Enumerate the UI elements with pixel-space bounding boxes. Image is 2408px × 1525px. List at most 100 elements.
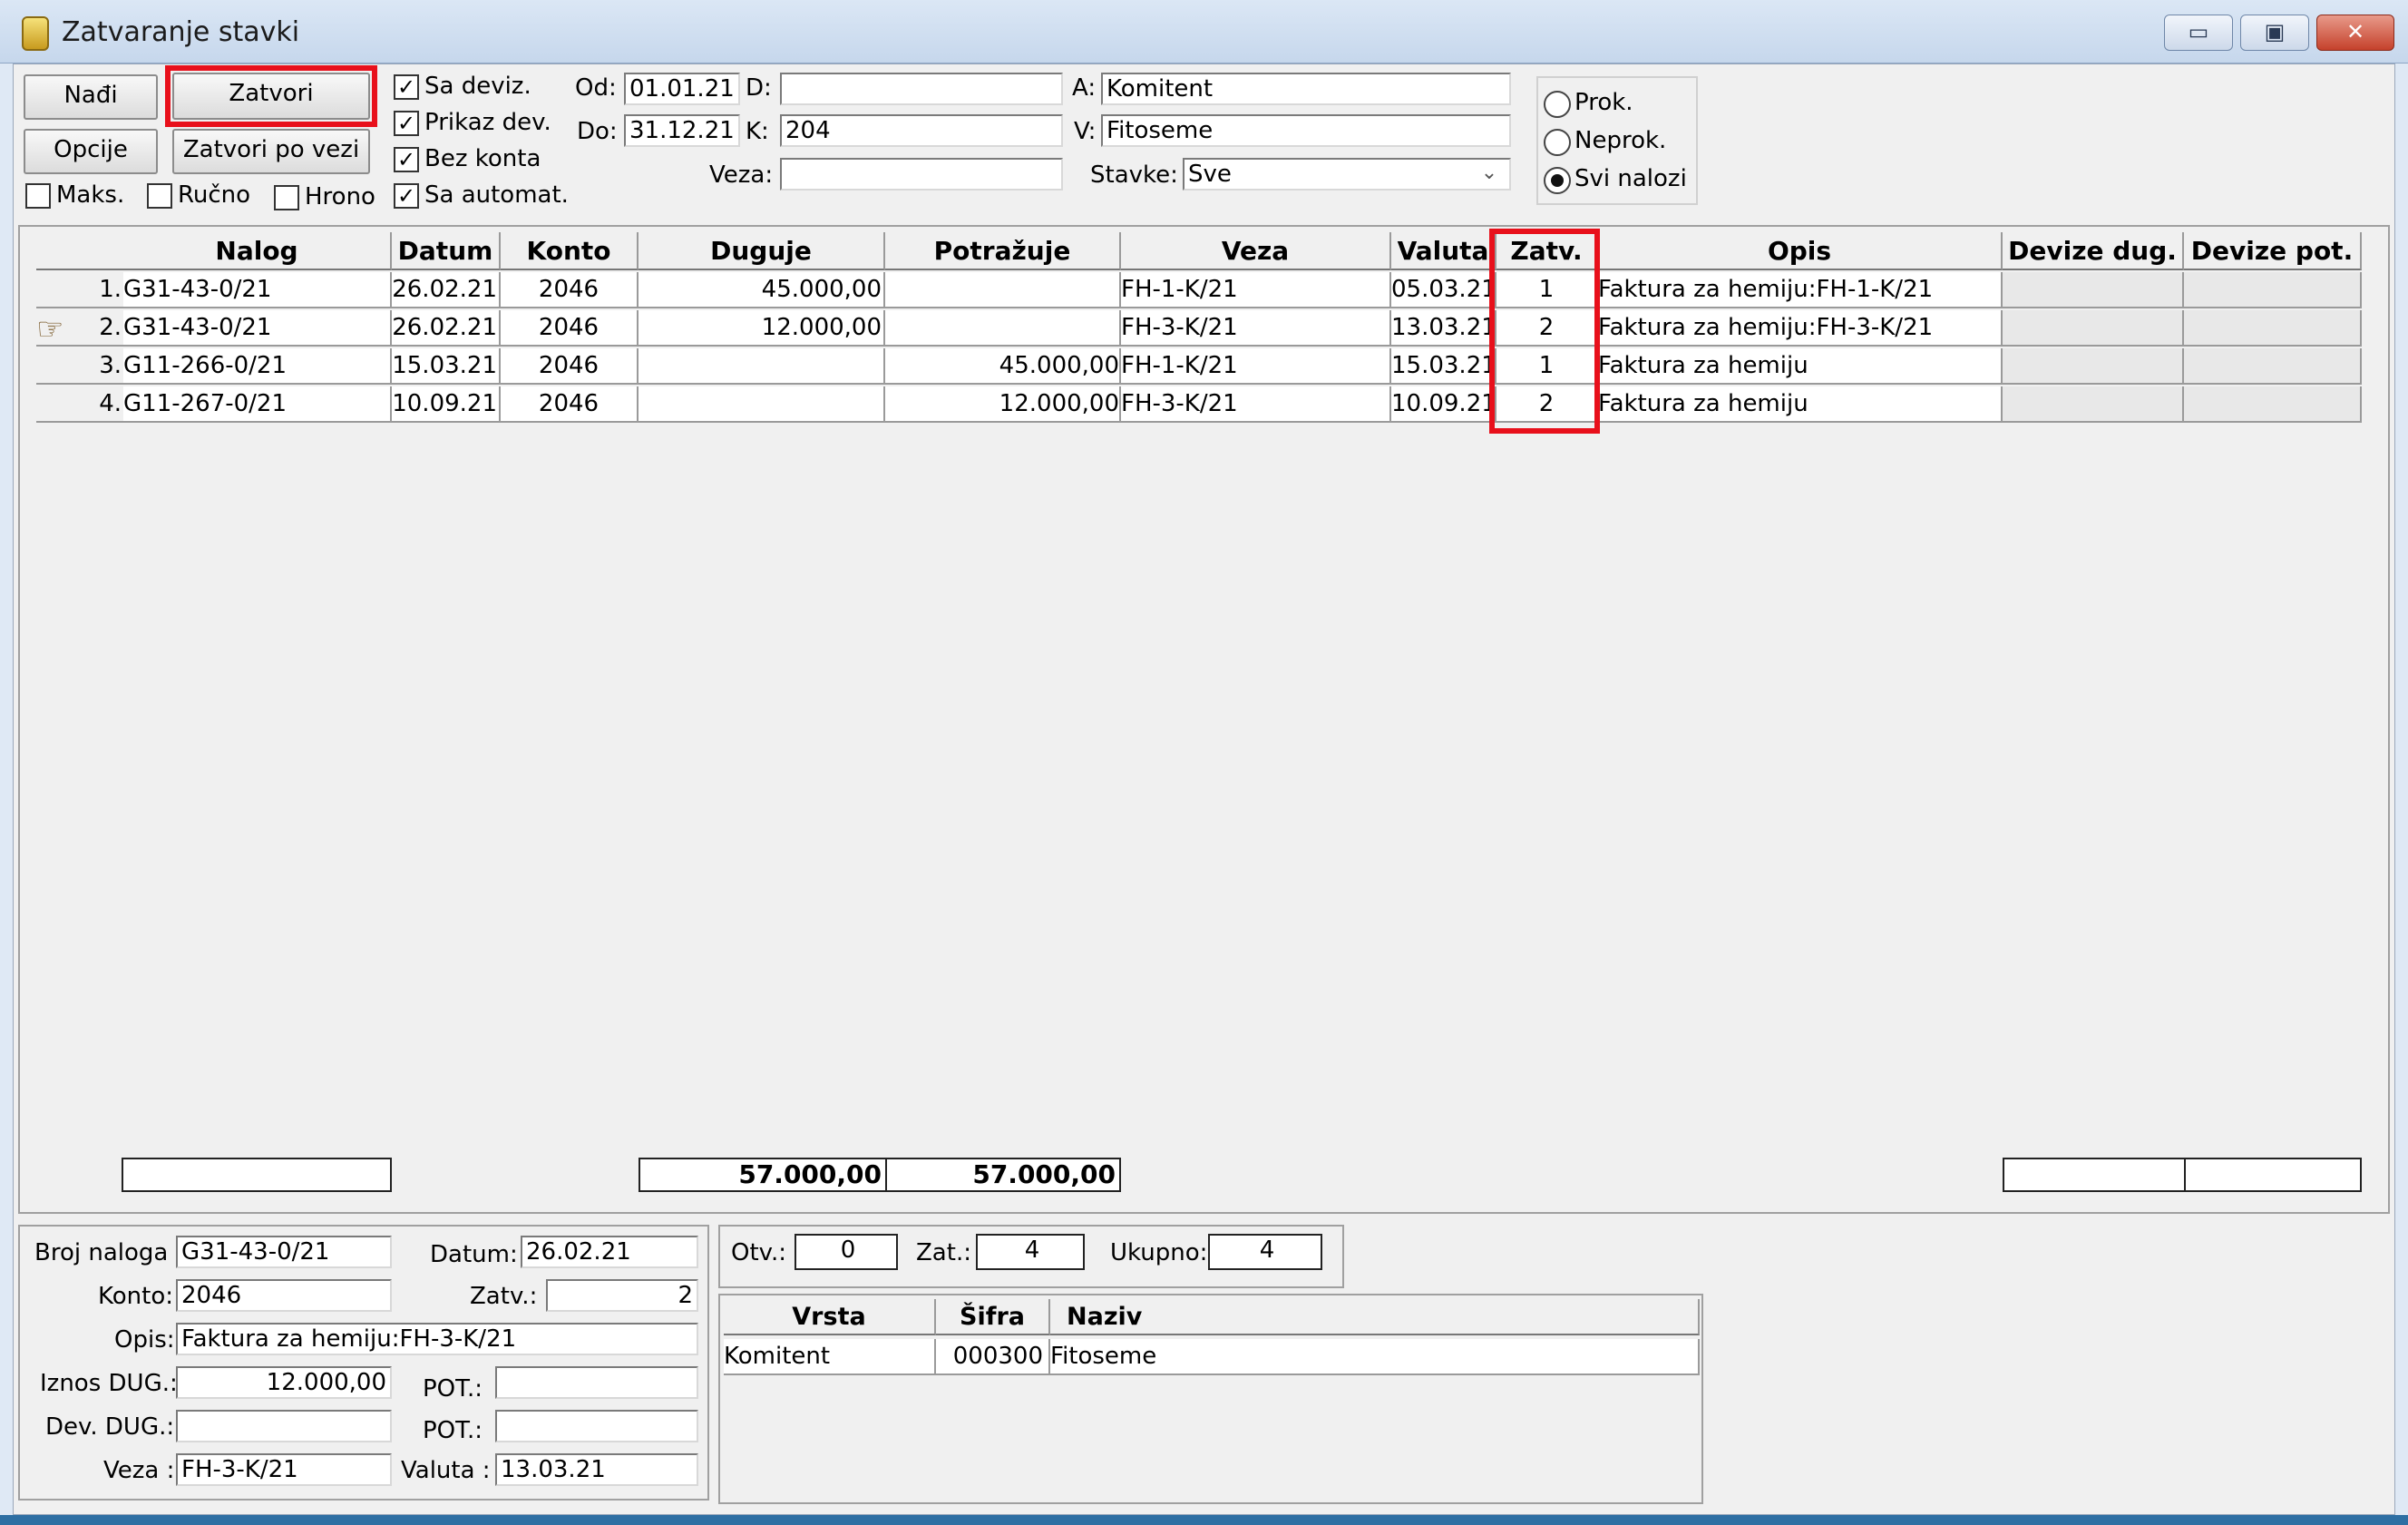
cell-datum[interactable]: 26.02.21 [392, 272, 501, 308]
col-vrsta[interactable]: Vrsta [724, 1299, 936, 1335]
col-naziv[interactable]: Naziv [1050, 1299, 1700, 1335]
dev-pot-field[interactable] [495, 1410, 698, 1442]
col-valuta[interactable]: Valuta [1391, 232, 1496, 270]
zatv-field[interactable]: 2 [546, 1279, 698, 1312]
v-field[interactable]: Fitoseme [1101, 114, 1511, 147]
cell-opis[interactable]: Faktura za hemiju [1598, 386, 2003, 423]
cell-devize-pot[interactable] [2184, 386, 2362, 423]
chevron-down-icon[interactable]: ⌄ [1471, 161, 1507, 189]
stavke-label: Stavke: [1090, 161, 1178, 189]
prikaz-dev-checkbox[interactable]: ✓ [394, 111, 419, 136]
a-field[interactable]: Komitent [1101, 73, 1511, 105]
col-nalog[interactable]: Nalog [123, 232, 392, 270]
valuta-field[interactable]: 13.03.21 [495, 1453, 698, 1486]
nadji-button[interactable]: Nađi [24, 74, 158, 120]
col-datum[interactable]: Datum [392, 232, 501, 270]
cell-datum[interactable]: 15.03.21 [392, 348, 501, 385]
neprok-radio[interactable] [1544, 129, 1571, 156]
cell-valuta[interactable]: 10.09.21 [1391, 386, 1496, 423]
cell-valuta[interactable]: 05.03.21 [1391, 272, 1496, 308]
rucno-checkbox[interactable] [147, 183, 172, 209]
opis-field[interactable]: Faktura za hemiju:FH-3-K/21 [176, 1323, 698, 1355]
col-duguje[interactable]: Duguje [639, 232, 885, 270]
cell-devize-dug[interactable] [2003, 272, 2184, 308]
cell-duguje[interactable] [639, 386, 885, 423]
cell-duguje[interactable] [639, 348, 885, 385]
cell-konto[interactable]: 2046 [501, 310, 639, 347]
cell-opis[interactable]: Faktura za hemiju:FH-3-K/21 [1598, 310, 2003, 347]
cell-valuta[interactable]: 13.03.21 [1391, 310, 1496, 347]
cell-devize-dug[interactable] [2003, 348, 2184, 385]
col-konto[interactable]: Konto [501, 232, 639, 270]
datum-field[interactable]: 26.02.21 [521, 1236, 698, 1268]
konto-field[interactable]: 2046 [176, 1279, 392, 1312]
cell-devize-pot[interactable] [2184, 272, 2362, 308]
cell-veza[interactable]: FH-1-K/21 [1121, 272, 1391, 308]
cell-devize-dug[interactable] [2003, 310, 2184, 347]
cell-devize-pot[interactable] [2184, 348, 2362, 385]
cell-valuta[interactable]: 15.03.21 [1391, 348, 1496, 385]
cell-devize-pot[interactable] [2184, 310, 2362, 347]
row-number: 4. [36, 386, 123, 423]
cell-potrazuje[interactable]: 45.000,00 [885, 348, 1121, 385]
col-veza[interactable]: Veza [1121, 232, 1391, 270]
dev-dug-field[interactable] [176, 1410, 392, 1442]
cell-veza[interactable]: FH-1-K/21 [1121, 348, 1391, 385]
svi-nalozi-radio[interactable] [1544, 167, 1571, 194]
minimize-button[interactable]: ▭ [2164, 15, 2233, 51]
cell-sifra[interactable]: 000300 [936, 1339, 1050, 1375]
sa-automat-checkbox[interactable]: ✓ [394, 183, 419, 209]
sa-deviz-checkbox[interactable]: ✓ [394, 74, 419, 100]
stavke-select[interactable]: Sve [1183, 158, 1511, 191]
bez-konta-checkbox[interactable]: ✓ [394, 147, 419, 172]
cell-opis[interactable]: Faktura za hemiju:FH-1-K/21 [1598, 272, 2003, 308]
cell-duguje[interactable]: 12.000,00 [639, 310, 885, 347]
cell-nalog[interactable]: G31-43-0/21 [123, 272, 392, 308]
do-date-field[interactable]: 31.12.21 [624, 114, 740, 147]
prok-radio[interactable] [1544, 91, 1571, 118]
cell-devize-dug[interactable] [2003, 386, 2184, 423]
cell-datum[interactable]: 10.09.21 [392, 386, 501, 423]
cell-konto[interactable]: 2046 [501, 272, 639, 308]
cell-konto[interactable]: 2046 [501, 348, 639, 385]
cell-nalog[interactable]: G31-43-0/21 [123, 310, 392, 347]
col-devize-dug[interactable]: Devize dug. [2003, 232, 2184, 270]
hrono-checkbox[interactable] [274, 185, 299, 210]
od-date-field[interactable]: 01.01.21 [624, 73, 740, 105]
pot-field[interactable] [495, 1366, 698, 1399]
total-devize-dug [2003, 1158, 2186, 1192]
app-icon [22, 16, 49, 51]
otv-label: Otv.: [731, 1239, 787, 1266]
cell-veza[interactable]: FH-3-K/21 [1121, 386, 1391, 423]
d-field[interactable] [780, 73, 1063, 105]
cell-potrazuje[interactable]: 12.000,00 [885, 386, 1121, 423]
col-sifra[interactable]: Šifra [936, 1299, 1050, 1335]
k-label: K: [746, 118, 769, 145]
cell-datum[interactable]: 26.02.21 [392, 310, 501, 347]
opcije-button[interactable]: Opcije [24, 129, 158, 174]
cell-opis[interactable]: Faktura za hemiju [1598, 348, 2003, 385]
k-field[interactable]: 204 [780, 114, 1063, 147]
col-potrazuje[interactable]: Potražuje [885, 232, 1121, 270]
cell-nalog[interactable]: G11-267-0/21 [123, 386, 392, 423]
cell-duguje[interactable]: 45.000,00 [639, 272, 885, 308]
zatvori-button[interactable]: Zatvori [172, 73, 370, 120]
cell-naziv[interactable]: Fitoseme [1050, 1339, 1700, 1375]
zatvori-po-vezi-button[interactable]: Zatvori po vezi [172, 129, 370, 174]
cell-potrazuje[interactable] [885, 272, 1121, 308]
ukupno-label: Ukupno: [1110, 1239, 1208, 1266]
iznos-dug-field[interactable]: 12.000,00 [176, 1366, 392, 1399]
cell-potrazuje[interactable] [885, 310, 1121, 347]
close-button[interactable]: ✕ [2316, 15, 2394, 51]
cell-vrsta[interactable]: Komitent [724, 1339, 936, 1375]
veza-field[interactable] [780, 158, 1063, 191]
veza-detail-field[interactable]: FH-3-K/21 [176, 1453, 392, 1486]
maximize-button[interactable]: ▣ [2240, 15, 2309, 51]
cell-veza[interactable]: FH-3-K/21 [1121, 310, 1391, 347]
maks-checkbox[interactable] [25, 183, 51, 209]
broj-naloga-field[interactable]: G31-43-0/21 [176, 1236, 392, 1268]
cell-konto[interactable]: 2046 [501, 386, 639, 423]
cell-nalog[interactable]: G11-266-0/21 [123, 348, 392, 385]
col-devize-pot[interactable]: Devize pot. [2184, 232, 2362, 270]
col-opis[interactable]: Opis [1598, 232, 2003, 270]
